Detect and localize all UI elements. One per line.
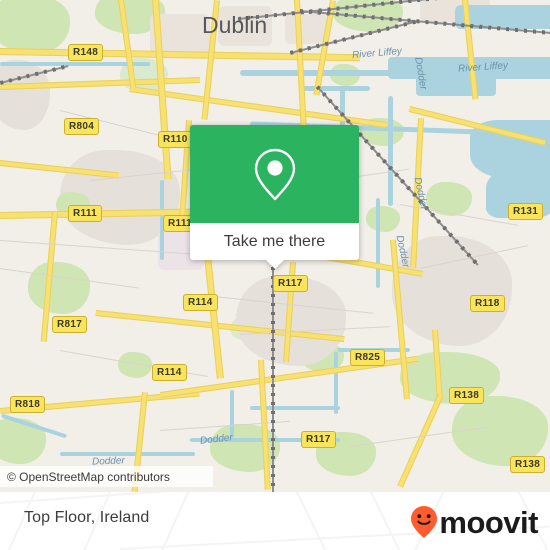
moovit-smiley-pin-icon — [411, 506, 438, 538]
moovit-location-card-screenshot: Dublin River Liffey River Liffey Dodder … — [0, 0, 550, 550]
card-pointer-tail — [264, 259, 285, 269]
osm-attribution-bar[interactable]: © OpenStreetMap contributors — [0, 466, 213, 487]
footer-watermark-line — [155, 492, 198, 550]
take-me-there-label: Take me there — [223, 232, 326, 250]
map-road-shield: R825 — [350, 349, 386, 366]
place-title: Top Floor, Ireland — [24, 509, 150, 526]
card-pin-area — [190, 125, 359, 223]
footer-bar: Top Floor, Ireland moovit — [0, 492, 550, 550]
map-landuse-green — [366, 206, 400, 232]
footer-watermark-line — [0, 492, 420, 504]
map-road-shield: R148 — [68, 44, 104, 61]
map-landuse-green — [28, 262, 90, 314]
map-river — [300, 86, 370, 91]
card-cta-area[interactable]: Take me there — [190, 223, 359, 260]
map-railway — [272, 258, 274, 492]
map-river — [376, 198, 380, 288]
moovit-logo: moovit — [409, 505, 538, 539]
map-river — [60, 452, 195, 456]
map-city-label: Dublin — [202, 12, 268, 38]
location-callout-card[interactable]: Take me there — [190, 125, 359, 269]
map-road-shield: R114 — [183, 294, 218, 311]
map-road-shield: R818 — [10, 396, 46, 413]
map-road-shield: R118 — [470, 295, 505, 312]
footer-watermark-line — [360, 492, 406, 550]
map-river — [240, 70, 410, 76]
map-road-shield: R804 — [64, 118, 100, 135]
map-river — [388, 96, 393, 206]
map-road-shield: R817 — [52, 316, 88, 333]
map-road-shield: R117 — [301, 431, 336, 448]
map-canvas[interactable]: Dublin River Liffey River Liffey Dodder … — [0, 0, 550, 492]
map-landuse-urban — [285, 14, 327, 44]
map-river — [334, 352, 338, 414]
map-road-shield: R131 — [508, 203, 544, 220]
map-road-shield: R111 — [68, 205, 103, 222]
map-road-shield: R138 — [510, 456, 546, 473]
osm-attribution-text: © OpenStreetMap contributors — [7, 469, 170, 484]
map-road-shield: R117 — [273, 275, 308, 292]
map-road-shield: R138 — [449, 387, 485, 404]
map-road-shield: R114 — [152, 364, 187, 381]
moovit-wordmark: moovit — [439, 504, 538, 540]
map-pin-icon — [254, 148, 295, 201]
map-road-shield: R110 — [158, 131, 193, 148]
footer-watermark-line — [286, 492, 332, 550]
